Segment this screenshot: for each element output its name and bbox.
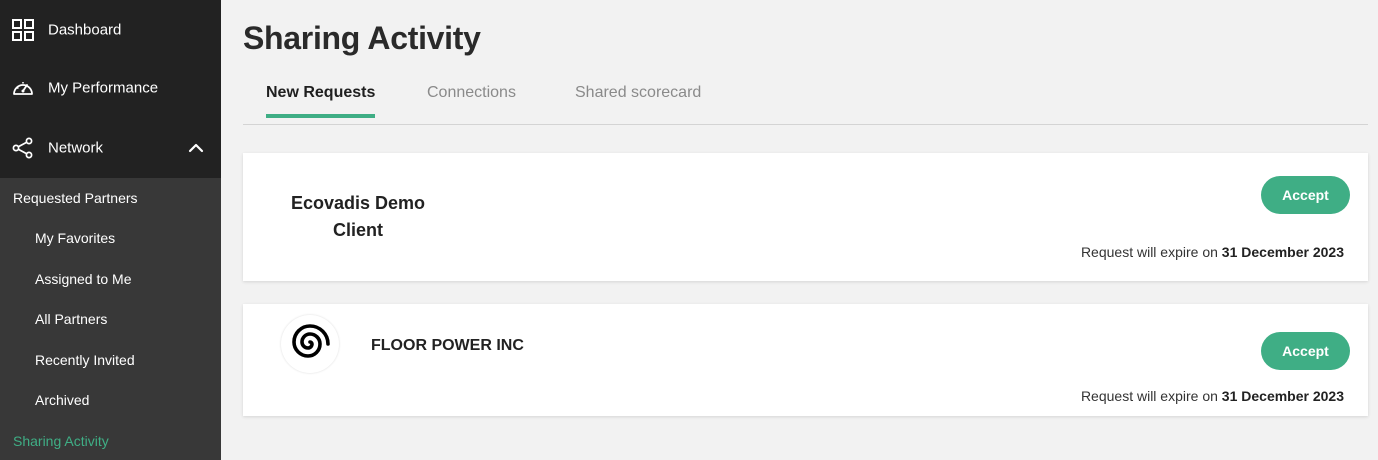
company-name: Ecovadis Demo Client: [273, 190, 443, 244]
nav-network-label: Network: [48, 139, 104, 157]
expiry-prefix: Request will expire on: [1080, 388, 1218, 404]
sidebar-item-my-favorites[interactable]: My Favorites: [35, 230, 115, 246]
expiry-note: Request will expire on 31 December 2023: [1081, 244, 1344, 260]
sidebar-item-sharing-activity[interactable]: Sharing Activity: [13, 433, 109, 449]
grid-icon: [12, 19, 34, 41]
tab-bar: New Requests Connections Shared scorecar…: [243, 74, 1368, 125]
request-card: FLOOR POWER INC Accept Request will expi…: [243, 304, 1368, 416]
sidebar-item-assigned-to-me[interactable]: Assigned to Me: [35, 271, 132, 287]
main-content: Sharing Activity New Requests Connection…: [221, 0, 1378, 460]
company-name: FLOOR POWER INC: [371, 337, 524, 354]
nav-dashboard[interactable]: Dashboard: [0, 0, 221, 60]
expiry-date: 31 December 2023: [1221, 244, 1344, 260]
nav-my-performance[interactable]: My Performance: [0, 58, 221, 118]
expiry-note: Request will expire on 31 December 2023: [1081, 388, 1344, 404]
chevron-up-icon[interactable]: [186, 138, 206, 158]
accept-button[interactable]: Accept: [1261, 176, 1350, 214]
tab-shared-scorecard[interactable]: Shared scorecard: [575, 84, 701, 116]
request-card: Ecovadis Demo Client Accept Request will…: [243, 153, 1368, 281]
company-name-line-2: Client: [332, 220, 383, 240]
tab-new-requests[interactable]: New Requests: [266, 84, 376, 118]
company-logo: [281, 315, 339, 373]
company-name-line-1: Ecovadis Demo: [290, 193, 426, 213]
sidebar-item-recently-invited[interactable]: Recently Invited: [35, 352, 135, 368]
sidebar: Dashboard My Performance Network Request…: [0, 0, 221, 460]
speedometer-icon: [13, 82, 33, 95]
accept-button[interactable]: Accept: [1261, 332, 1350, 370]
nav-dashboard-label: Dashboard: [48, 21, 122, 39]
spiral-logo-icon: [292, 324, 330, 358]
expiry-prefix: Request will expire on: [1080, 244, 1218, 260]
sidebar-item-all-partners[interactable]: All Partners: [35, 311, 107, 327]
sidebar-item-archived[interactable]: Archived: [35, 392, 89, 408]
nav-network[interactable]: Network: [0, 118, 221, 178]
network-subnav: Requested Partners My Favorites Assigned…: [0, 178, 221, 460]
tab-connections[interactable]: Connections: [427, 84, 516, 116]
expiry-date: 31 December 2023: [1221, 388, 1344, 404]
page-title: Sharing Activity: [243, 20, 481, 56]
share-network-icon: [12, 137, 33, 159]
sidebar-item-requested-partners[interactable]: Requested Partners: [13, 190, 138, 206]
nav-my-performance-label: My Performance: [48, 79, 159, 97]
